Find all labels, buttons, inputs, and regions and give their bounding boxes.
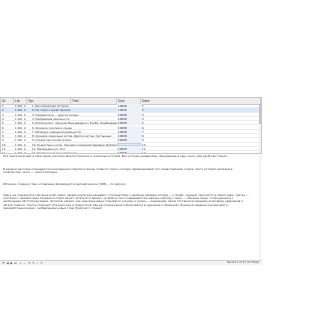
- description-paragraph-1: Эта книга включает в себя серию коротких…: [3, 154, 228, 158]
- description-panel[interactable]: Эта книга включает в себя серию коротких…: [0, 154, 262, 260]
- empty-top-area: [0, 0, 262, 97]
- description-paragraph-2: В каждом рассказе описывается неожиданно…: [3, 167, 233, 175]
- empty-bottom-area: [0, 265, 262, 334]
- description-scrollbar[interactable]: [259, 154, 261, 260]
- table-scrollbar-thumb[interactable]: [259, 104, 261, 124]
- app-window: ID Lib Typ Titel Size Date 11 N.K. 1. Ино…: [0, 0, 262, 334]
- records-table: ID Lib Typ Titel Size Date 11 N.K. 1. Ино…: [0, 97, 262, 154]
- description-paragraph-3: Обложка, порядок глав, оглавление формир…: [3, 182, 127, 186]
- inline-edit-cell[interactable]: [117, 143, 141, 146]
- description-paragraph-4: Здесь же содержится описание всей серии:…: [3, 193, 249, 210]
